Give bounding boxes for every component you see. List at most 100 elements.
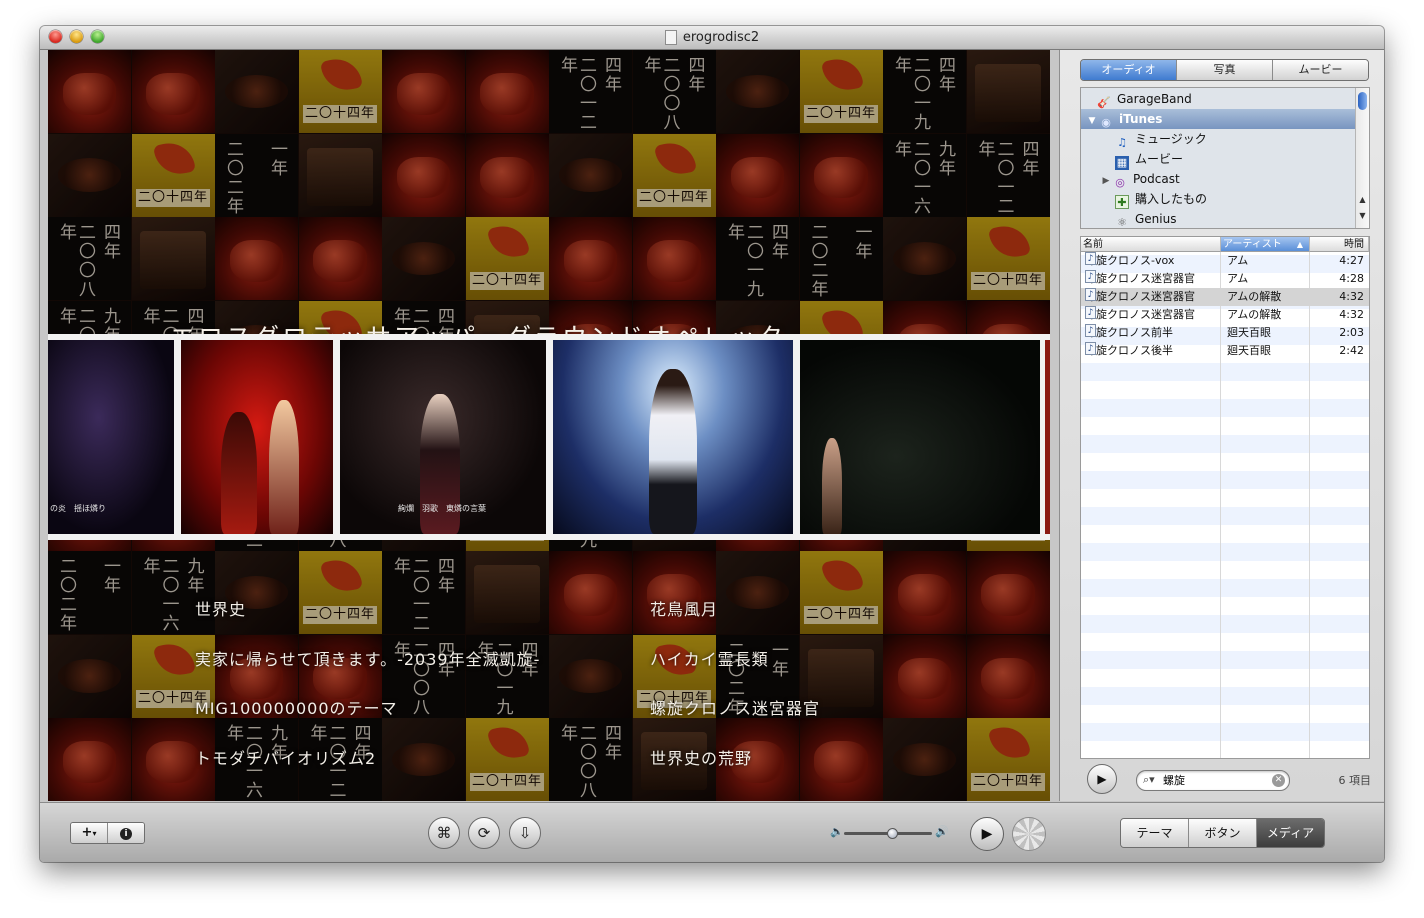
disclosure-closed-icon[interactable]: ▶ <box>1101 171 1111 191</box>
scrollbar-thumb[interactable] <box>1358 92 1367 110</box>
track-time: 4:32 <box>1339 308 1364 321</box>
track-row[interactable]: ♪ 螺旋クロノス前半 廻天百眼 2:03 <box>1081 324 1369 342</box>
tab-movies[interactable]: ムービー <box>1273 60 1368 80</box>
source-itunes[interactable]: ▼ ◉ iTunes <box>1081 109 1361 129</box>
track-row[interactable]: ♪ 螺旋クロノス迷宮器官 アム 4:28 <box>1081 270 1369 288</box>
minimize-window-button[interactable] <box>70 30 83 43</box>
source-list-scrollbar[interactable]: ▲ ▼ <box>1355 88 1369 228</box>
track-row[interactable]: ♪ 螺旋クロノス迷宮器官 アムの解散 4:32 <box>1081 306 1369 324</box>
photo-caption: 絢爛 羽歌 東燐の言葉 <box>398 504 486 513</box>
plus-icon: + <box>81 825 93 840</box>
column-header-name[interactable]: 名前 <box>1081 237 1221 252</box>
track-row[interactable]: ♪ 螺旋クロノス迷宮器官 アムの解散 4:32 <box>1081 288 1369 306</box>
photo-caption: の炎 揺ほ燐り <box>50 504 106 513</box>
media-type-tabs: オーディオ 写真 ムービー <box>1080 59 1369 81</box>
sort-ascending-icon: ▲ <box>1296 240 1303 249</box>
performer-figure <box>221 412 257 534</box>
zoom-window-button[interactable] <box>91 30 104 43</box>
preview-play-button[interactable]: ▶ <box>1087 764 1117 794</box>
track-name: 螺旋クロノス後半 <box>1085 344 1173 357</box>
film-icon: ▦ <box>1115 156 1129 170</box>
drop-zone-photo-6[interactable] <box>1045 340 1050 534</box>
performer-figure <box>649 369 697 534</box>
source-purchased[interactable]: ✚ 購入したもの <box>1081 189 1369 209</box>
track-time: 2:03 <box>1339 326 1364 339</box>
tab-audio[interactable]: オーディオ <box>1081 60 1177 80</box>
preview-menu-play-button[interactable]: ▶ <box>970 817 1004 851</box>
tab-media[interactable]: メディア <box>1257 819 1324 847</box>
item-count: 6 項目 <box>1338 774 1372 787</box>
drop-zone-photo-5[interactable] <box>800 340 1040 534</box>
drop-zone-photo-3[interactable]: 絢爛 羽歌 東燐の言葉 <box>340 340 546 534</box>
track-name: 螺旋クロノス前半 <box>1085 326 1173 339</box>
close-window-button[interactable] <box>49 30 62 43</box>
source-label: ミュージック <box>1135 132 1207 146</box>
info-button[interactable]: i <box>108 823 144 843</box>
scroll-down-arrow-icon[interactable]: ▼ <box>1356 210 1369 221</box>
motion-button[interactable]: ⟳ <box>468 817 500 849</box>
volume-slider[interactable] <box>844 828 932 839</box>
menu-button-song-4[interactable]: ハイカイ霊長類 <box>650 646 769 670</box>
search-icon: ⌕▾ <box>1143 773 1155 786</box>
menu-button-song-2[interactable]: 花鳥風月 <box>650 596 718 620</box>
source-movies[interactable]: ▦ ムービー <box>1081 149 1369 170</box>
tab-buttons[interactable]: ボタン <box>1189 819 1257 847</box>
genius-icon: ⚛ <box>1117 216 1127 229</box>
tab-themes[interactable]: テーマ <box>1121 819 1189 847</box>
track-artist: アムの解散 <box>1227 290 1282 303</box>
source-music[interactable]: ♫ ミュージック <box>1081 129 1369 149</box>
track-name: 螺旋クロノス-vox <box>1085 254 1175 267</box>
menu-button-song-6[interactable]: 螺旋クロノス迷宮器官 <box>650 695 820 719</box>
track-row[interactable]: ♪ 螺旋クロノス-vox アム 4:27 <box>1081 252 1369 270</box>
disclosure-open-icon[interactable]: ▼ <box>1087 111 1097 131</box>
purchased-icon: ✚ <box>1115 195 1129 209</box>
drop-zone-photo-1[interactable]: の炎 揺ほ燐り <box>48 340 174 534</box>
menu-button-song-5[interactable]: MIG100000000のテーマ <box>195 695 398 719</box>
drop-zone-photo-2[interactable] <box>181 340 333 534</box>
volume-slider-knob[interactable] <box>887 828 899 839</box>
source-genius[interactable]: ⚛ Genius <box>1081 209 1369 229</box>
photo-drop-zone-strip[interactable]: の炎 揺ほ燐り 絢爛 羽歌 東燐の言葉 <box>48 334 1050 540</box>
track-artist: アムの解散 <box>1227 308 1282 321</box>
audio-file-icon: ♪ <box>1085 306 1096 319</box>
menu-preview[interactable]: 二〇一二年四年二〇〇八年四年二〇一九年四年二〇二年一年二〇一六年九年二〇一二年四… <box>48 50 1050 801</box>
menu-button-song-7[interactable]: トモダチバイオリズム2 <box>195 745 376 769</box>
track-time: 4:28 <box>1339 272 1364 285</box>
audio-file-icon: ♪ <box>1085 252 1096 265</box>
podcast-icon: ◎ <box>1115 176 1125 189</box>
menu-button-song-3[interactable]: 実家に帰らせて頂きます。-2039年全滅凱旋- <box>195 646 540 670</box>
search-input[interactable] <box>1163 773 1267 787</box>
add-button[interactable]: +▾ <box>71 823 108 843</box>
track-row[interactable]: ♪ 螺旋クロノス後半 廻天百眼 2:42 <box>1081 342 1369 360</box>
volume-high-icon: 🔊 <box>935 825 949 838</box>
guitar-icon: 🎸 <box>1097 96 1111 109</box>
drop-zone-photo-4[interactable] <box>553 340 793 534</box>
scroll-up-arrow-icon[interactable]: ▲ <box>1356 194 1369 205</box>
search-field[interactable]: ⌕▾ ✕ <box>1136 770 1290 791</box>
column-header-artist[interactable]: アーティスト ▲ <box>1221 237 1310 252</box>
source-label: ムービー <box>1135 152 1184 166</box>
source-label: Genius <box>1135 212 1177 226</box>
idvd-window: erogrodisc2 二〇一二年四年二〇〇八年四年二〇一九年四年二〇二年一年二… <box>40 26 1384 862</box>
tab-photos[interactable]: 写真 <box>1177 60 1273 80</box>
track-name: 螺旋クロノス迷宮器官 <box>1085 272 1195 285</box>
source-podcast[interactable]: ▶ ◎ Podcast <box>1081 169 1369 191</box>
burn-button[interactable]: ⇩ <box>509 817 541 849</box>
track-time: 4:32 <box>1339 290 1364 303</box>
volume-low-icon: 🔈 <box>830 825 844 838</box>
track-name: 螺旋クロノス迷宮器官 <box>1085 290 1195 303</box>
itunes-icon: ◉ <box>1101 116 1111 129</box>
source-garageband[interactable]: 🎸 GarageBand <box>1081 89 1369 109</box>
map-view-button[interactable]: ⌘ <box>428 817 460 849</box>
track-name-cell: ♪ 螺旋クロノス迷宮器官 <box>1085 306 1219 324</box>
column-header-time[interactable]: 時間 <box>1310 237 1369 252</box>
track-name-cell: ♪ 螺旋クロノス前半 <box>1085 324 1219 342</box>
source-label: 購入したもの <box>1135 192 1208 206</box>
clear-search-icon[interactable]: ✕ <box>1272 774 1285 787</box>
menu-button-song-1[interactable]: 世界史 <box>195 596 246 620</box>
track-time: 4:27 <box>1339 254 1364 267</box>
menu-button-song-8[interactable]: 世界史の荒野 <box>650 745 752 769</box>
audio-file-icon: ♪ <box>1085 342 1096 355</box>
window-title-text: erogrodisc2 <box>682 30 760 45</box>
play-icon: ▶ <box>1097 772 1107 786</box>
